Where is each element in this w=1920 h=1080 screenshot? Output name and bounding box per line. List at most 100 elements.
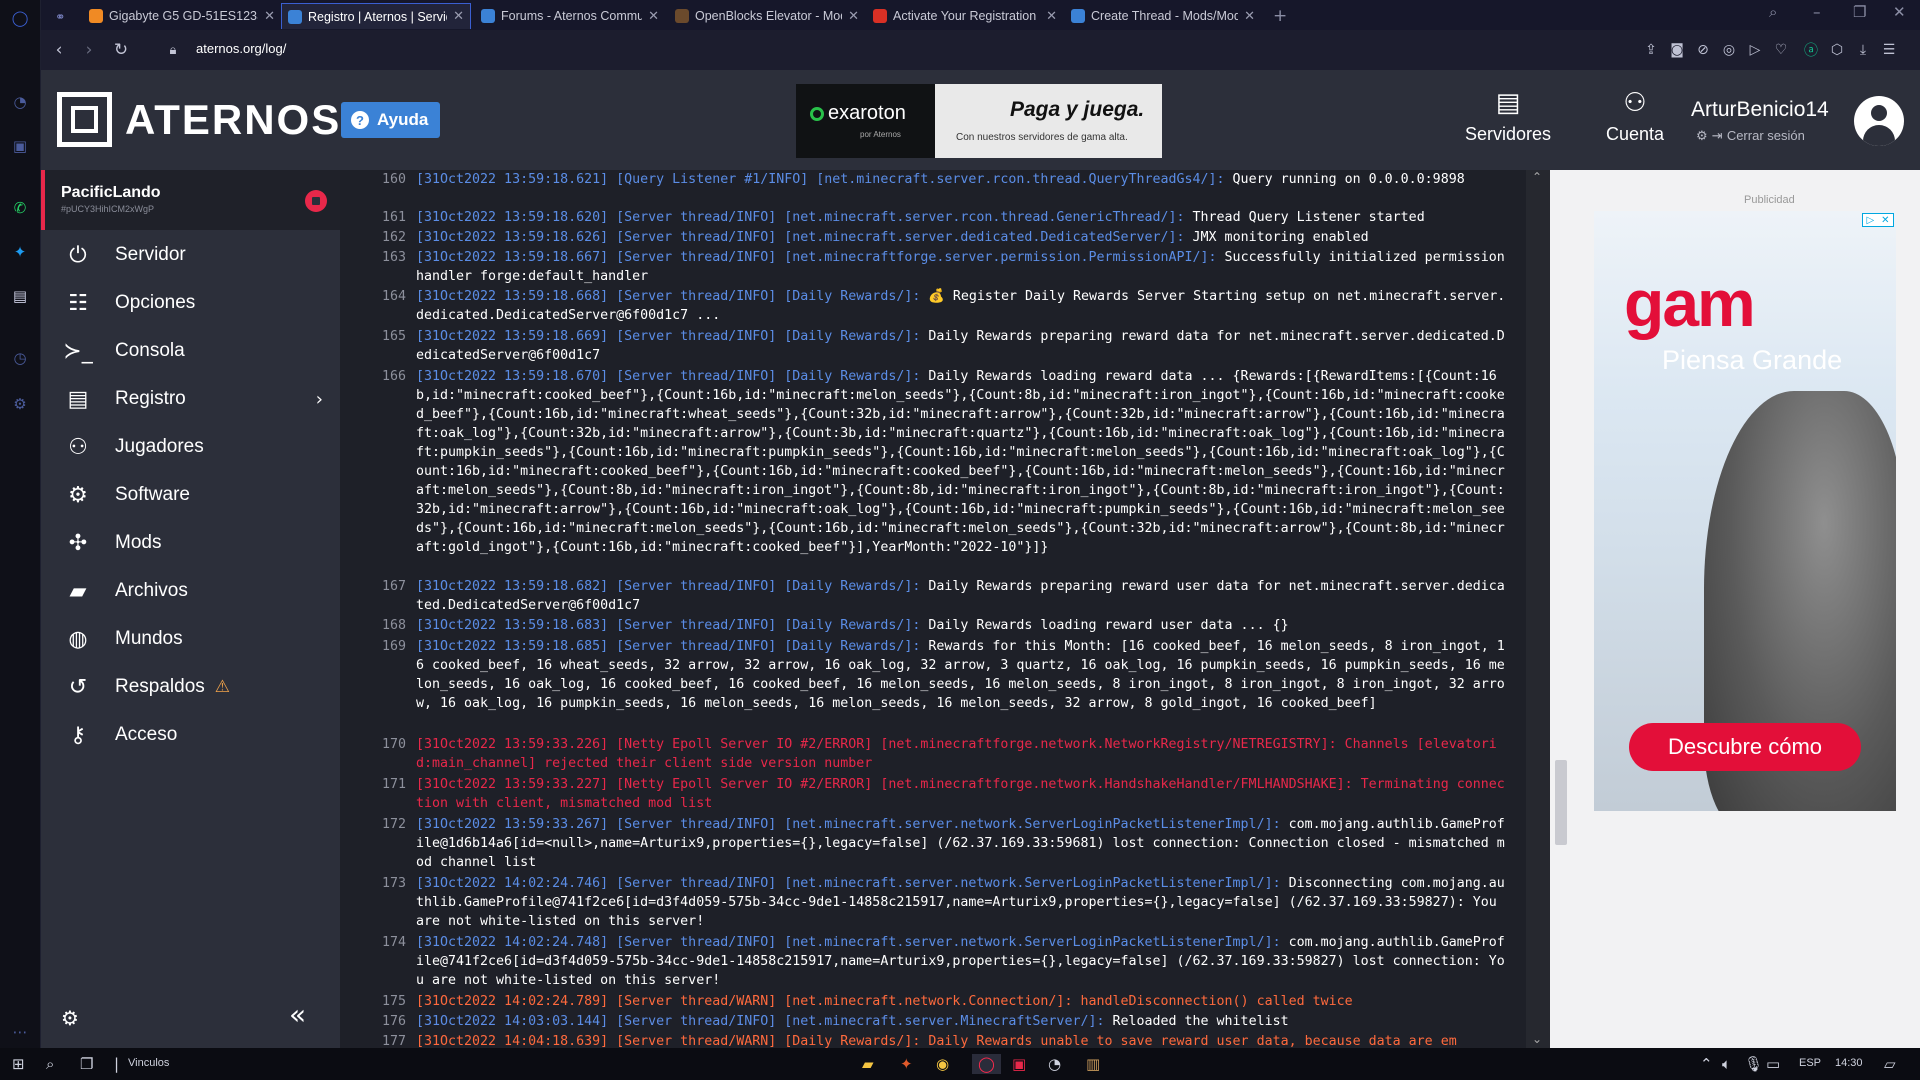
minimize-icon[interactable]: – — [1813, 3, 1821, 21]
nav-cuenta[interactable]: ⚇ Cuenta — [1590, 88, 1680, 145]
collapse-sidebar-icon[interactable]: « — [289, 998, 306, 1031]
tray-chevron-icon[interactable]: ⌃ — [1700, 1054, 1713, 1074]
user-lock-icon: ⚷ — [69, 722, 87, 748]
messenger-icon[interactable]: ▣ — [8, 134, 32, 158]
app-steam-icon[interactable]: ◔ — [1048, 1054, 1061, 1074]
logout-link[interactable]: ⚙ ⇥ Cerrar sesión — [1696, 128, 1805, 144]
opera-gx-icon[interactable]: ◯ — [972, 1054, 1001, 1074]
help-button[interactable]: ? Ayuda — [341, 102, 441, 138]
task-view-icon[interactable]: ❐ — [80, 1054, 93, 1074]
exaroton-banner[interactable]: exaroton por Aternos Paga y juega. Con n… — [796, 84, 1162, 158]
tab-openblocks[interactable]: OpenBlocks Elevator - Mods ✕ — [669, 3, 865, 29]
links-toolbar[interactable]: Vinculos — [128, 1057, 169, 1069]
aternos-logo-icon[interactable] — [57, 92, 112, 147]
menu-label: Mundos — [115, 628, 183, 649]
close-tab-icon[interactable]: ✕ — [264, 9, 275, 24]
twitch-icon[interactable]: ▤ — [8, 284, 32, 308]
url-field[interactable]: aternos.org/log/ — [196, 41, 286, 56]
volume-icon[interactable]: 🔈︎ — [1722, 1054, 1731, 1074]
close-window-icon[interactable]: ✕ — [1893, 3, 1906, 21]
clock[interactable]: 14:30 — [1835, 1057, 1863, 1069]
new-tab-button[interactable]: + — [1267, 3, 1293, 29]
settings-icon[interactable]: ⚙ — [8, 392, 32, 416]
back-icon[interactable]: ‹ — [47, 38, 71, 62]
tab-forums[interactable]: Forums - Aternos Community ✕ — [475, 3, 665, 29]
menu-acceso[interactable]: ⚷ Acceso — [63, 715, 333, 755]
menu-archivos[interactable]: ▰ Archivos — [63, 571, 333, 611]
language-indicator[interactable]: ESP — [1799, 1057, 1821, 1069]
adblock-icon[interactable]: ⊘ — [1693, 40, 1713, 60]
log-text: [31Oct2022 14:02:24.748] [Server thread/… — [416, 933, 1506, 990]
sliders-icon: ☷ — [68, 290, 88, 316]
logo-text[interactable]: ATERNOS — [125, 96, 341, 144]
nav-servidores[interactable]: ▤ Servidores — [1463, 88, 1553, 145]
ad-choices-icon[interactable]: ▷ ✕ — [1862, 213, 1894, 227]
tab-activate[interactable]: Activate Your Registration ✕ — [867, 3, 1063, 29]
app-box-icon[interactable]: ▥ — [1086, 1054, 1100, 1074]
menu-jugadores[interactable]: ⚇ Jugadores — [63, 427, 333, 467]
search-icon[interactable]: ⌕ — [46, 1054, 54, 1074]
file-icon: ▤ — [67, 386, 89, 412]
menu-mods[interactable]: ✣ Mods — [63, 523, 333, 563]
whatsapp-icon[interactable]: ✆ — [8, 196, 32, 220]
restore-icon[interactable]: ❐ — [1853, 3, 1866, 21]
app-m-icon[interactable]: ▣ — [1012, 1054, 1026, 1074]
extensions-cube-icon[interactable]: ⬡ — [1827, 40, 1847, 60]
menu-mundos[interactable]: ◍ Mundos — [63, 619, 333, 659]
close-tab-icon[interactable]: ✕ — [1244, 9, 1255, 24]
log-message: JMX monitoring enabled — [1184, 230, 1369, 245]
notifications-icon[interactable]: ▱ — [1884, 1054, 1896, 1074]
download-icon[interactable]: ⤓ — [1853, 40, 1873, 60]
logout-label: Cerrar sesión — [1726, 128, 1805, 143]
camera-icon[interactable]: ◙ — [1667, 40, 1687, 60]
menu-consola[interactable]: ≻_ Consola — [63, 331, 333, 371]
mic-icon[interactable]: 🎙︎ — [1744, 1054, 1763, 1074]
close-tab-icon[interactable]: ✕ — [648, 9, 659, 24]
close-tab-icon[interactable]: ✕ — [453, 9, 464, 24]
log-text: [31Oct2022 13:59:18.669] [Server thread/… — [416, 327, 1506, 365]
app-icon[interactable]: ✦ — [900, 1054, 913, 1074]
log-scrollbar[interactable]: ⌃ ⌄ — [1526, 170, 1550, 1048]
scrollbar-thumb[interactable] — [1555, 760, 1567, 845]
gamma-ad[interactable]: ▷ ✕ gam Piensa Grande Descubre cómo — [1594, 211, 1896, 811]
log-console[interactable]: 160 [31Oct2022 13:59:18.621] [Query Liste… — [340, 170, 1526, 1048]
forward-icon[interactable]: › — [77, 38, 101, 62]
close-tab-icon[interactable]: ✕ — [848, 9, 859, 24]
twitter-icon[interactable]: ✦ — [8, 240, 32, 264]
menu-servidor[interactable]: ⏻ Servidor — [63, 235, 333, 275]
more-icon[interactable]: ⋯ — [8, 1020, 32, 1044]
line-number: 163 — [381, 250, 406, 265]
menu-opciones[interactable]: ☷ Opciones — [63, 283, 333, 323]
user-name[interactable]: ArturBenicio14 — [1691, 98, 1829, 122]
heart-icon[interactable]: ♡ — [1771, 40, 1791, 60]
tab-gigabyte[interactable]: Gigabyte G5 GD-51ES123SD ✕ — [83, 3, 281, 29]
tab-workspaces[interactable]: ⚭ — [49, 3, 75, 29]
windows-start-icon[interactable]: ⊞ — [12, 1054, 25, 1074]
network-icon[interactable]: ▭ — [1766, 1054, 1780, 1074]
close-tab-icon[interactable]: ✕ — [1046, 9, 1057, 24]
chrome-icon[interactable]: ◉ — [936, 1054, 949, 1074]
avatar[interactable] — [1854, 96, 1904, 146]
server-card[interactable]: PacificLando #pUCY3HihICM2xWgP — [41, 170, 340, 230]
folder-icon[interactable]: ▰ — [862, 1054, 874, 1074]
ad-cta-button[interactable]: Descubre cómo — [1629, 723, 1861, 771]
menu-respaldos[interactable]: ↺ Respaldos ⚠ — [63, 667, 333, 707]
scroll-down-icon[interactable]: ⌄ — [1532, 1032, 1542, 1046]
opera-logo-icon[interactable]: ◯ — [8, 6, 32, 30]
speed-dial-icon[interactable]: ◔ — [8, 90, 32, 114]
reload-icon[interactable]: ↻ — [109, 38, 133, 62]
toolbar-divider: | — [114, 1055, 120, 1073]
menu-registro[interactable]: ▤ Registro › — [63, 379, 333, 419]
share-icon[interactable]: ⇪ — [1641, 40, 1661, 60]
tab-create-thread[interactable]: Create Thread - Mods/Mod ✕ — [1065, 3, 1261, 29]
search-tabs-icon[interactable]: ⌕ — [1769, 3, 1777, 21]
menu-software[interactable]: ⚙ Software — [63, 475, 333, 515]
player-icon[interactable]: ▷ — [1745, 40, 1765, 60]
settings-gear-icon[interactable]: ⚙ — [61, 1006, 79, 1030]
history-clock-icon[interactable]: ◷ — [8, 346, 32, 370]
scroll-up-icon[interactable]: ⌃ — [1532, 170, 1542, 184]
vpn-icon[interactable]: ◎ — [1719, 40, 1739, 60]
menu-icon[interactable]: ☰ — [1879, 40, 1899, 60]
extension-a-icon[interactable]: ⓐ — [1801, 40, 1821, 60]
tab-registro[interactable]: Registro | Aternos | Servidor ✕ — [281, 3, 471, 29]
